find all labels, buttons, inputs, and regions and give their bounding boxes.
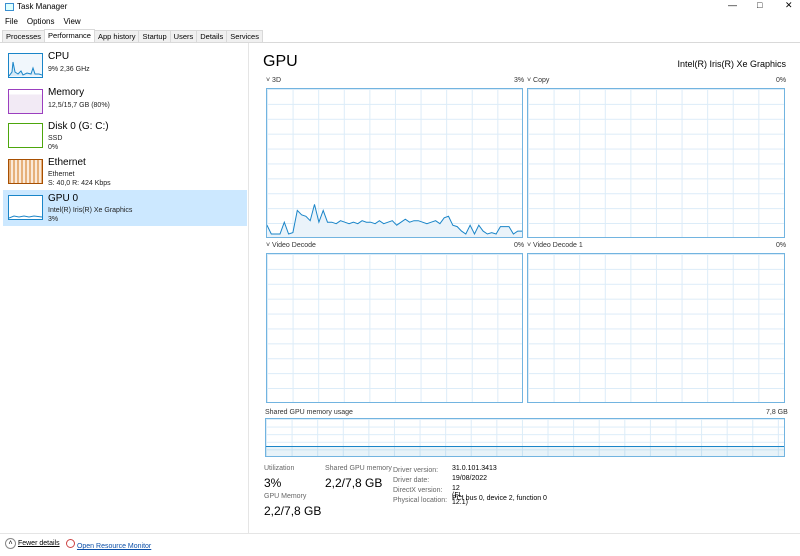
gpu-memory-value: 2,2/7,8 GB (264, 504, 322, 518)
page-title: GPU (263, 53, 298, 70)
sidebar-item-memory[interactable]: Memory 12,5/15,7 GB (80%) (3, 84, 247, 120)
window-title: Task Manager (17, 2, 68, 11)
sidebar: CPU 9% 2,36 GHz Memory 12,5/15,7 GB (80%… (0, 43, 249, 533)
sidebar-sub: SSD (48, 135, 63, 142)
info-key: Physical location: (393, 497, 448, 504)
graph-value: 3% (514, 77, 525, 84)
disk-thumbnail-graph (8, 123, 43, 148)
menu-bar: File Options View (0, 15, 800, 29)
sidebar-item-disk[interactable]: Disk 0 (G: C:) SSD 0% (3, 118, 247, 154)
sidebar-sub: 3% (48, 216, 59, 223)
menu-options[interactable]: Options (27, 17, 55, 26)
title-bar: Task Manager — □ ✕ (0, 0, 800, 15)
info-key: DirectX version: (393, 487, 443, 494)
shared-memory-graph (265, 418, 785, 457)
sidebar-sub: 9% 2,36 GHz (48, 66, 90, 73)
graph-video-decode-label[interactable]: ˅ Video Decode (266, 242, 316, 249)
shared-memory-fill (266, 445, 784, 456)
info-value: 19/08/2022 (452, 475, 488, 482)
menu-file[interactable]: File (5, 17, 18, 26)
info-key: Driver date: (393, 477, 430, 484)
sidebar-item-ethernet[interactable]: Ethernet Ethernet S: 40,0 R: 424 Kbps (3, 154, 247, 190)
graph-video-decode (266, 253, 523, 403)
resource-monitor-icon (66, 539, 75, 548)
ethernet-thumbnail-graph (8, 159, 43, 184)
info-key: Driver version: (393, 467, 439, 474)
graph-copy (527, 88, 785, 238)
fewer-details-button[interactable]: ˄ Fewer details (5, 538, 60, 549)
utilization-value: 3% (264, 476, 282, 490)
utilization-label: Utilization (264, 465, 295, 472)
close-button[interactable]: ✕ (785, 0, 793, 11)
graph-video-decode-1 (527, 253, 785, 403)
graph-label: Copy (533, 77, 550, 84)
device-name: Intel(R) Iris(R) Xe Graphics (677, 59, 786, 69)
sidebar-sub: 12,5/15,7 GB (80%) (48, 102, 110, 109)
sidebar-sub: Ethernet (48, 171, 75, 178)
graph-label: Video Decode 1 (533, 242, 583, 249)
menu-view[interactable]: View (63, 17, 80, 26)
sidebar-title: Disk 0 (G: C:) (48, 121, 109, 132)
memory-thumbnail-graph (8, 89, 43, 114)
shared-memory-label: Shared GPU memory usage (265, 409, 353, 416)
info-table: Driver version: 31.0.101.3413 Driver date… (393, 465, 547, 506)
graph-label: 3D (272, 77, 281, 84)
sidebar-sub: 0% (48, 144, 59, 151)
graph-value: 0% (514, 242, 525, 249)
sidebar-item-cpu[interactable]: CPU 9% 2,36 GHz (3, 48, 247, 84)
sidebar-title: Memory (48, 87, 85, 98)
minimize-button[interactable]: — (728, 0, 737, 10)
tab-performance[interactable]: Performance (44, 29, 95, 43)
chevron-up-icon: ˄ (5, 538, 16, 549)
fewer-details-label: Fewer details (17, 540, 60, 547)
cpu-thumbnail-graph (8, 53, 43, 78)
graph-3d (266, 88, 523, 238)
open-resource-monitor-link[interactable]: Open Resource Monitor (66, 539, 151, 550)
maximize-button[interactable]: □ (757, 0, 762, 10)
sidebar-title: GPU 0 (48, 193, 79, 204)
info-value: 31.0.101.3413 (452, 465, 497, 472)
graph-label: Video Decode (272, 242, 316, 249)
graph-3d-label[interactable]: ˅ 3D (266, 77, 281, 84)
sidebar-sub: S: 40,0 R: 424 Kbps (48, 180, 111, 187)
info-value: PCI bus 0, device 2, function 0 (452, 495, 547, 502)
footer: ˄ Fewer details Open Resource Monitor (0, 533, 800, 556)
app-icon (5, 3, 14, 11)
shared-memory-stat-label: Shared GPU memory (325, 465, 392, 472)
graph-copy-label[interactable]: ˅ Copy (527, 77, 549, 84)
graph-value: 0% (776, 242, 787, 249)
resource-monitor-label: Open Resource Monitor (76, 543, 152, 550)
gpu-memory-label: GPU Memory (264, 493, 307, 500)
shared-memory-stat-value: 2,2/7,8 GB (325, 476, 383, 490)
gpu-thumbnail-graph (8, 195, 43, 220)
graph-value: 0% (776, 77, 787, 84)
sidebar-title: CPU (48, 51, 70, 62)
sidebar-item-gpu[interactable]: GPU 0 Intel(R) Iris(R) Xe Graphics 3% (3, 190, 247, 226)
shared-memory-max: 7,8 GB (766, 409, 788, 416)
sidebar-sub: Intel(R) Iris(R) Xe Graphics (48, 207, 133, 214)
graph-video-decode-1-label[interactable]: ˅ Video Decode 1 (527, 242, 583, 249)
sidebar-title: Ethernet (48, 157, 86, 168)
